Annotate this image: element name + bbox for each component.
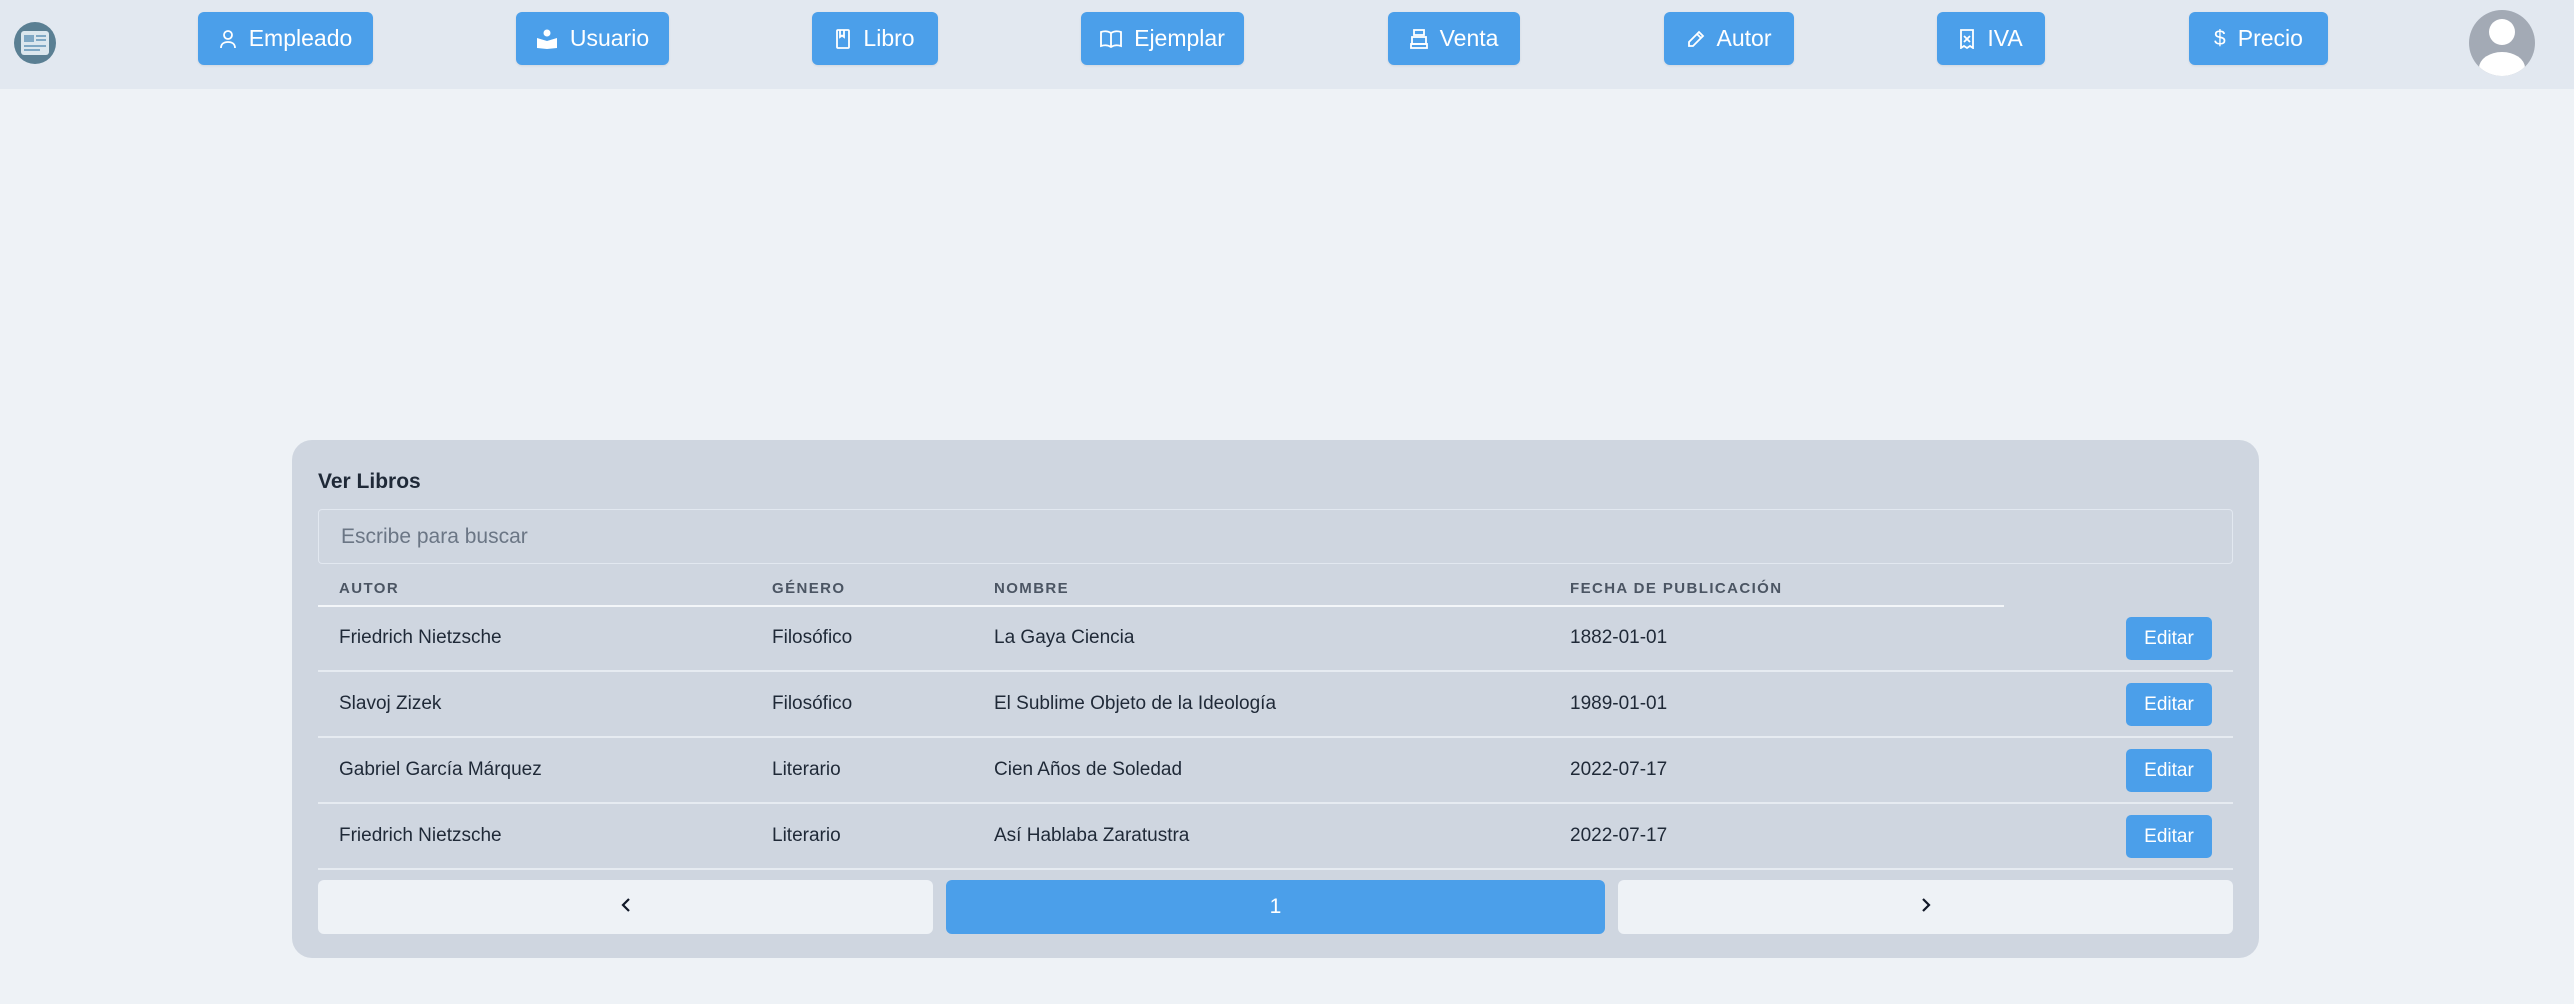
column-header-fecha: FECHA DE PUBLICACIÓN xyxy=(1570,580,1783,597)
cell-genero: Filosófico xyxy=(772,627,853,648)
pencil-icon xyxy=(1687,30,1705,48)
table-row: Friedrich Nietzsche Literario Así Hablab… xyxy=(318,804,2233,870)
book-icon xyxy=(835,28,851,49)
book-open-icon xyxy=(1100,29,1123,48)
top-navbar: Empleado Usuario Libro Ejemplar Venta Au… xyxy=(0,0,2574,89)
cash-register-icon xyxy=(1409,28,1428,49)
nav-button-label: Autor xyxy=(1716,25,1772,51)
cell-genero: Literario xyxy=(772,759,841,780)
search-input[interactable] xyxy=(318,509,2233,564)
pagination-prev-button[interactable] xyxy=(318,880,933,934)
nav-button-label: Empleado xyxy=(248,25,353,51)
chevron-right-icon xyxy=(1921,897,1931,917)
column-header-genero: GÉNERO xyxy=(772,580,846,597)
nav-button-precio[interactable]: $ Precio xyxy=(2189,12,2328,65)
user-avatar-icon[interactable] xyxy=(2469,10,2535,76)
cell-genero: Filosófico xyxy=(772,693,853,714)
nav-button-ejemplar[interactable]: Ejemplar xyxy=(1081,12,1244,65)
column-header-autor: AUTOR xyxy=(339,580,400,597)
panel-title: Ver Libros xyxy=(318,470,421,493)
nav-button-venta[interactable]: Venta xyxy=(1388,12,1520,65)
nav-button-label: Usuario xyxy=(569,25,650,51)
nav-button-usuario[interactable]: Usuario xyxy=(516,12,669,65)
nav-button-iva[interactable]: IVA xyxy=(1937,12,2045,65)
cell-nombre: La Gaya Ciencia xyxy=(994,627,1135,648)
nav-button-label: Precio xyxy=(2237,25,2303,51)
cell-fecha: 2022-07-17 xyxy=(1570,825,1668,846)
pagination-page-button[interactable]: 1 xyxy=(946,880,1605,934)
pagination-next-button[interactable] xyxy=(1618,880,2233,934)
user-icon xyxy=(219,29,237,49)
dollar-icon: $ xyxy=(2214,26,2226,50)
cell-fecha: 2022-07-17 xyxy=(1570,759,1668,780)
nav-button-label: IVA xyxy=(1987,25,2023,51)
edit-button[interactable]: Editar xyxy=(2126,617,2212,660)
edit-button[interactable]: Editar xyxy=(2126,749,2212,792)
cell-nombre: Cien Años de Soledad xyxy=(994,759,1183,780)
books-panel: Ver Libros AUTOR GÉNERO NOMBRE FECHA DE … xyxy=(292,440,2259,958)
table-row: Gabriel García Márquez Literario Cien Añ… xyxy=(318,738,2233,804)
nav-button-empleado[interactable]: Empleado xyxy=(198,12,373,65)
cell-autor: Friedrich Nietzsche xyxy=(339,825,502,846)
cell-autor: Slavoj Zizek xyxy=(339,693,442,714)
nav-button-libro[interactable]: Libro xyxy=(812,12,938,65)
table-row: Friedrich Nietzsche Filosófico La Gaya C… xyxy=(318,606,2233,672)
logo-icon[interactable] xyxy=(14,22,56,64)
nav-button-autor[interactable]: Autor xyxy=(1664,12,1794,65)
users-icon xyxy=(536,29,558,49)
cell-autor: Friedrich Nietzsche xyxy=(339,627,502,648)
cell-fecha: 1989-01-01 xyxy=(1570,693,1668,714)
nav-button-label: Venta xyxy=(1439,25,1499,51)
cell-autor: Gabriel García Márquez xyxy=(339,759,542,780)
nav-button-label: Ejemplar xyxy=(1134,25,1225,51)
chevron-left-icon xyxy=(620,897,631,917)
receipt-icon xyxy=(1959,28,1975,49)
column-header-nombre: NOMBRE xyxy=(994,580,1070,597)
cell-nombre: Así Hablaba Zaratustra xyxy=(994,825,1190,846)
edit-button[interactable]: Editar xyxy=(2126,683,2212,726)
table-row: Slavoj Zizek Filosófico El Sublime Objet… xyxy=(318,672,2233,738)
cell-genero: Literario xyxy=(772,825,841,846)
cell-nombre: El Sublime Objeto de la Ideología xyxy=(994,693,1277,714)
cell-fecha: 1882-01-01 xyxy=(1570,627,1668,648)
nav-button-label: Libro xyxy=(863,25,915,51)
edit-button[interactable]: Editar xyxy=(2126,815,2212,858)
